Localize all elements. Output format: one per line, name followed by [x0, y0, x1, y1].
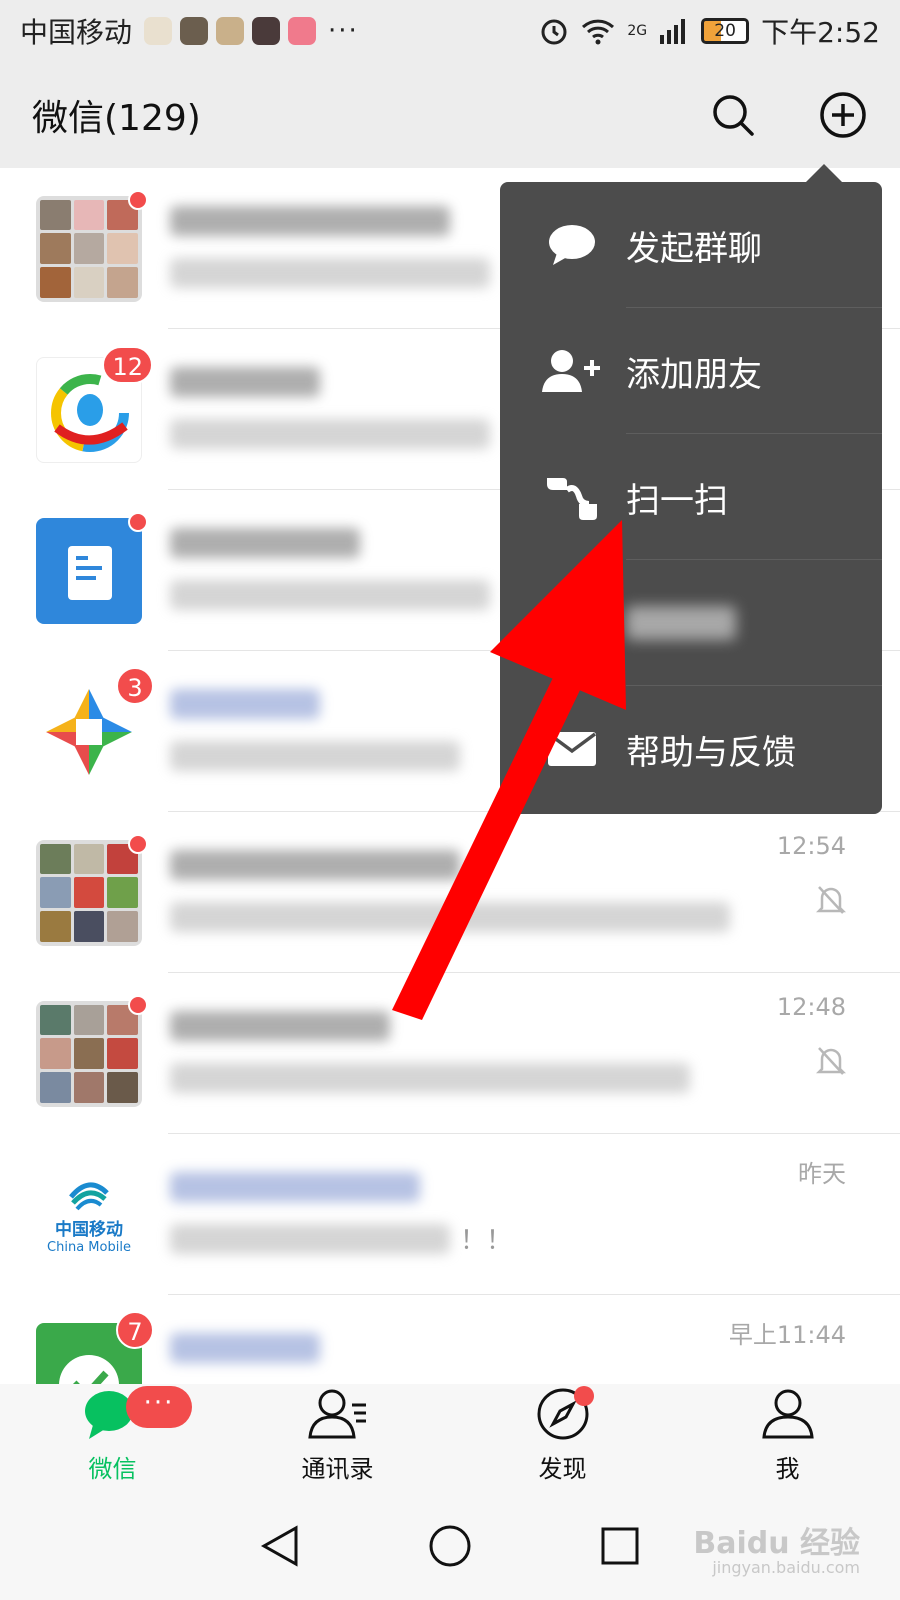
chat-time: 12:54	[776, 832, 846, 860]
china-mobile-avatar: 中国移动 China Mobile	[36, 1161, 142, 1268]
chat-time: 早上11:44	[728, 1321, 846, 1349]
tab-label: 通讯录	[301, 1455, 374, 1483]
unread-dot	[128, 833, 148, 854]
tab-label: 微信	[88, 1455, 137, 1483]
clock: 下午2:52	[761, 16, 880, 49]
search-button[interactable]	[708, 90, 758, 140]
menu-item-label: 扫一扫	[626, 480, 728, 521]
alarm-icon	[541, 19, 567, 45]
menu-item-label: 发起群聊	[626, 228, 762, 269]
unread-dot	[128, 994, 148, 1015]
music-app-icon	[288, 17, 317, 45]
network-type: 2G	[627, 23, 648, 39]
menu-item-blurred-label	[626, 606, 736, 640]
page-title: 微信(129)	[32, 98, 201, 139]
mute-icon	[816, 1047, 846, 1075]
avatar-text-en: China Mobile	[47, 1239, 131, 1255]
wechat-games-avatar: 3	[36, 666, 154, 785]
tab-label: 发现	[538, 1455, 587, 1483]
wifi-icon	[582, 19, 615, 45]
back-icon[interactable]	[260, 1524, 300, 1568]
menu-caret	[806, 164, 842, 182]
add-friend-icon	[542, 350, 600, 392]
group-avatar	[36, 189, 148, 302]
du-app-icon	[180, 17, 209, 45]
mail-icon	[547, 732, 597, 766]
avatar-text-cn: 中国移动	[55, 1219, 123, 1240]
watermark: Baidu 经验	[693, 1526, 860, 1561]
chat-time: 12:48	[776, 993, 846, 1021]
tab-chats[interactable]: ··· 微信	[0, 1384, 225, 1492]
tab-contacts[interactable]: 通讯录	[225, 1384, 450, 1492]
chat-title-blurred	[170, 205, 450, 236]
tab-discover[interactable]: 发现	[450, 1384, 675, 1492]
status-bar: 中国移动 ··· 2G 20 下午2:52	[0, 0, 900, 62]
menu-item-group-chat[interactable]: 发起群聊	[500, 182, 882, 308]
chat-item[interactable]: 12:54	[0, 812, 900, 973]
chat-bubble-icon	[549, 225, 595, 265]
blurred-item-icon	[549, 609, 595, 639]
menu-item-add-friend[interactable]: 添加朋友	[500, 308, 882, 434]
menu-item-blurred[interactable]	[500, 560, 882, 686]
menu-item-label: 添加朋友	[626, 354, 762, 395]
tab-label: 我	[775, 1455, 800, 1483]
tencent-news-avatar: 12	[36, 345, 153, 463]
mute-icon	[816, 886, 846, 914]
wechat-pay-avatar: 7	[36, 1310, 154, 1384]
tab-me[interactable]: 我	[675, 1384, 900, 1492]
document-icon	[68, 545, 112, 600]
group-avatar	[36, 833, 148, 946]
menu-item-label: 帮助与反馈	[626, 732, 796, 773]
contacts-icon	[307, 1389, 366, 1438]
add-button[interactable]	[818, 90, 868, 140]
chat-item[interactable]: 12:48	[0, 973, 900, 1134]
home-icon[interactable]	[428, 1524, 472, 1568]
chat-item[interactable]: 7 早上11:44	[0, 1295, 900, 1384]
shield-app-icon	[144, 17, 173, 45]
plus-popup-menu: 发起群聊 添加朋友 扫一扫 帮助与反馈	[500, 182, 882, 814]
menu-item-help-feedback[interactable]: 帮助与反馈	[500, 686, 882, 812]
more-badge: ···	[126, 1386, 192, 1428]
unread-badge: 3	[116, 666, 154, 705]
more-notifications-icon: ···	[328, 16, 359, 46]
scan-icon	[547, 478, 597, 520]
menu-item-scan[interactable]: 扫一扫	[500, 434, 882, 560]
unread-dot	[128, 189, 148, 210]
chat-time: 昨天	[798, 1160, 846, 1188]
unread-dot	[574, 1386, 594, 1406]
chat-preview-blurred	[170, 257, 490, 288]
carrier-name: 中国移动	[20, 16, 133, 49]
plus-circle-icon	[820, 92, 866, 138]
search-icon	[713, 95, 754, 136]
china-mobile-logo-icon	[69, 1182, 109, 1210]
watermark-sub: jingyan.baidu.com	[712, 1558, 860, 1577]
signal-icon	[660, 19, 686, 44]
unread-dot	[128, 511, 148, 532]
recents-icon[interactable]	[600, 1526, 640, 1566]
tiktok-icon	[252, 17, 281, 45]
me-icon	[761, 1389, 814, 1438]
unread-badge: 12	[102, 345, 153, 384]
app-icon	[216, 17, 245, 45]
battery-icon: 20	[701, 18, 750, 44]
bottom-tab-bar: ··· 微信 通讯录 发现 我	[0, 1384, 900, 1492]
group-avatar	[36, 994, 148, 1107]
chat-item[interactable]: 中国移动 China Mobile ！！ 昨天	[0, 1134, 900, 1295]
app-header: 微信(129)	[0, 62, 900, 168]
unread-badge: 7	[116, 1310, 154, 1349]
chat-preview-visible: ！！	[460, 1225, 513, 1256]
subscription-avatar	[36, 511, 148, 624]
